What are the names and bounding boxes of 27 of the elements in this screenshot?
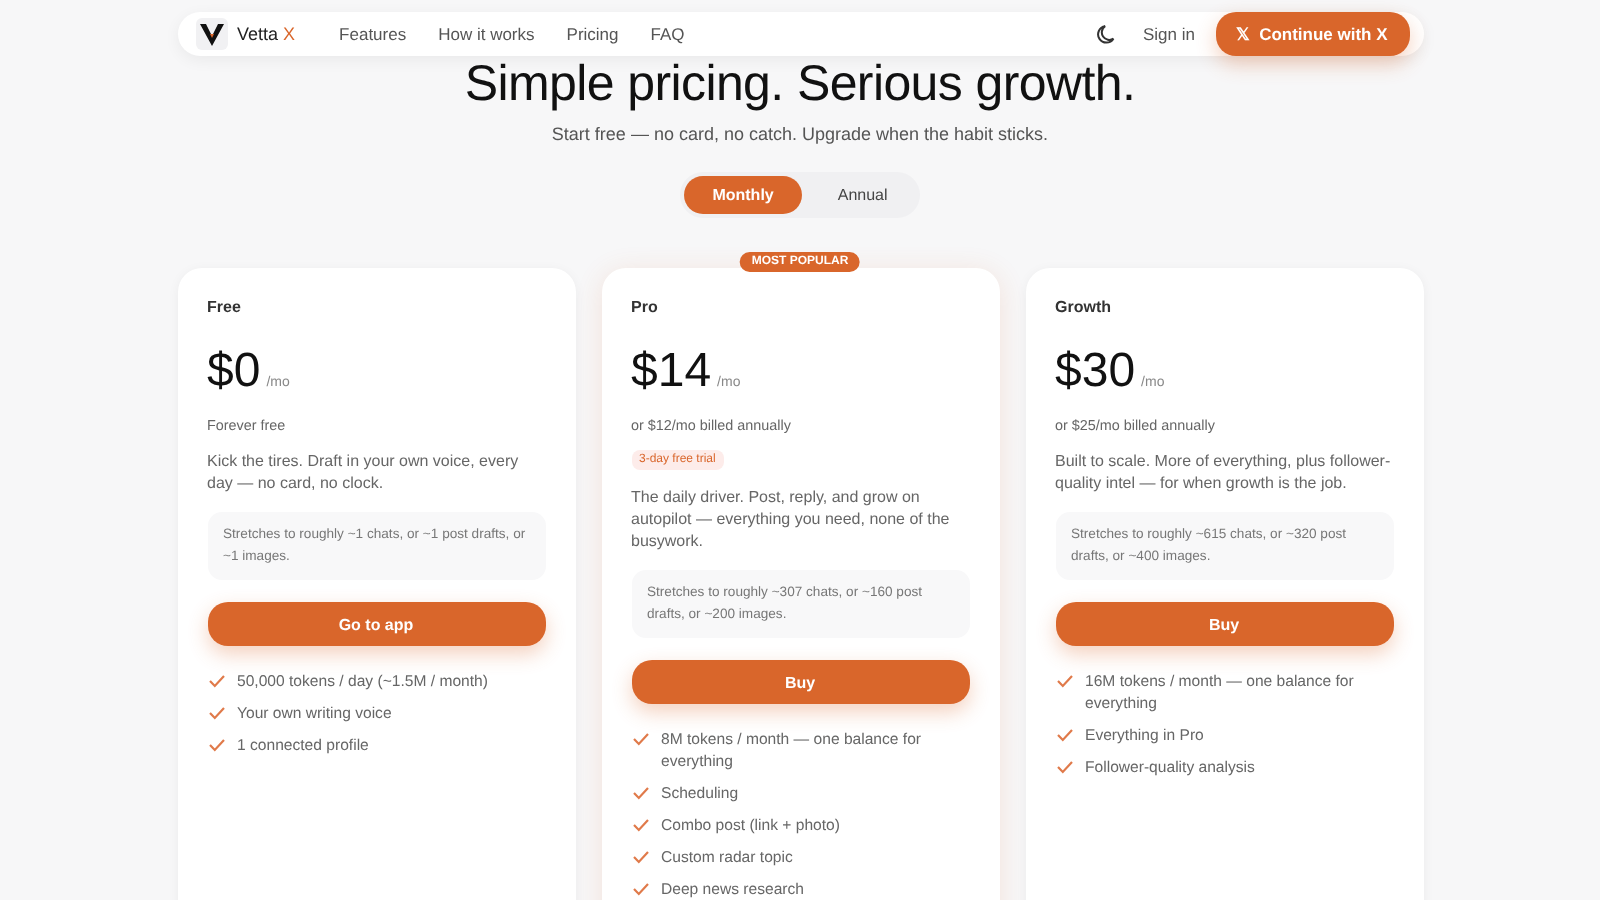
plan-button[interactable]: Buy: [1055, 602, 1393, 646]
nav-link[interactable]: FAQ: [650, 24, 685, 44]
v-logo-icon: [195, 18, 227, 50]
plan-button[interactable]: Go to app: [207, 602, 545, 646]
sign-in-link[interactable]: Sign in: [1143, 24, 1195, 44]
plan-price: $0: [207, 344, 261, 400]
page-subtitle: Start free — no card, no catch. Upgrade when the habit sticks.: [551, 124, 1049, 144]
check-icon: [631, 732, 649, 746]
plan-price: $14: [631, 344, 712, 400]
plan-name: Pro: [631, 298, 658, 316]
nav-link[interactable]: Pricing: [566, 24, 619, 44]
billing-tab[interactable]: Annual: [809, 176, 916, 214]
plan-name: Free: [207, 298, 241, 316]
plan-name: Growth: [1055, 298, 1111, 316]
page-title: Simple pricing. Serious growth.: [464, 56, 1136, 112]
plan-description: The daily driver. Post, reply, and grow on autopilot — everything you need, none of the busywork.: [631, 486, 952, 552]
moon-icon[interactable]: [1095, 23, 1117, 45]
plan-button[interactable]: Buy: [631, 660, 969, 704]
billing-tab[interactable]: Monthly: [684, 176, 802, 214]
check-icon: [1055, 674, 1073, 688]
plan-price: $30: [1055, 344, 1136, 400]
brand-name[interactable]: Vetta X: [237, 24, 296, 44]
nav-link[interactable]: Features: [339, 24, 407, 44]
continue-button[interactable]: 𝕏 Continue with X: [1215, 12, 1409, 56]
nav-link[interactable]: How it works: [438, 24, 535, 44]
plan-description: Kick the tires. Draft in your own voice, every day — no card, no clock.: [207, 450, 521, 494]
plan-description: Built to scale. More of everything, plus follower-quality intel — for when growth is the job.: [1055, 450, 1393, 494]
